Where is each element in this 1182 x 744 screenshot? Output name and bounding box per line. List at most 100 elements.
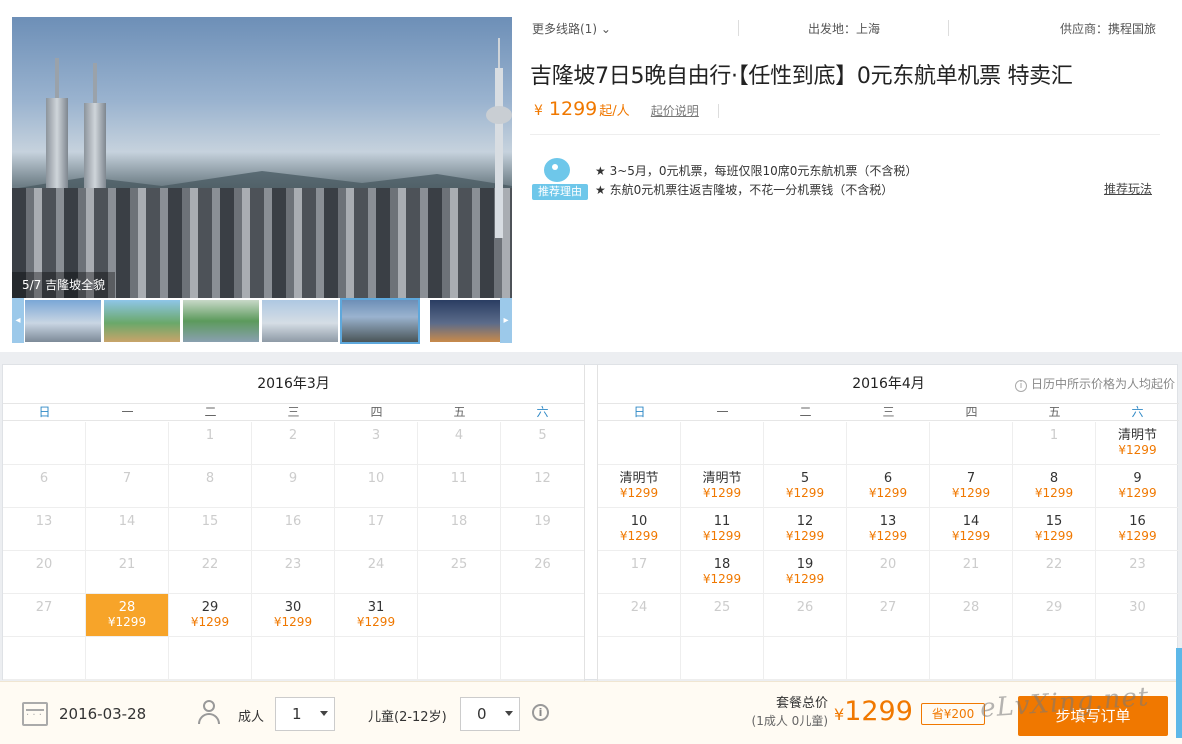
hero-photo[interactable]: 5/7 吉隆坡全貌 — [12, 17, 512, 298]
save-badge: 省¥200 — [921, 703, 985, 725]
date-cell[interactable]: 29 ¥1299 — [169, 594, 252, 637]
thumbnail-active[interactable] — [340, 298, 420, 344]
month-march: 2016年3月 日一二三四五六 1 2 3 4 5 6 7 8 9 10 11 12 13 14 15 16 1… — [3, 365, 585, 681]
chevron-down-icon: ⌄ — [600, 22, 611, 36]
date-number: 8 — [1049, 471, 1059, 486]
date-cell[interactable]: 5 ¥1299 — [764, 465, 847, 508]
date-cell[interactable]: 7 ¥1299 — [930, 465, 1013, 508]
date-cell: 27 — [847, 594, 930, 637]
date-number: 20 — [879, 557, 897, 572]
date-cell[interactable]: 30 ¥1299 — [252, 594, 335, 637]
date-cell[interactable]: 清明节 ¥1299 — [1096, 422, 1179, 465]
date-cell — [764, 422, 847, 465]
date-cell[interactable]: 14 ¥1299 — [930, 508, 1013, 551]
thumbnail[interactable] — [25, 300, 101, 342]
date-number: 26 — [534, 557, 551, 572]
date-number: 13 — [879, 514, 897, 529]
child-select[interactable]: 0 — [460, 697, 520, 731]
thumbnail[interactable] — [104, 300, 180, 342]
date-number: 9 — [1133, 471, 1142, 486]
date-cell[interactable]: 8 ¥1299 — [1013, 465, 1096, 508]
price-explain-link[interactable]: 起价说明 — [651, 104, 699, 118]
weekday-label: 四 — [370, 405, 383, 419]
recommend-play-link[interactable]: 推荐玩法 — [1104, 180, 1152, 197]
thumbnail[interactable] — [183, 300, 259, 342]
date-price: ¥1299 — [785, 529, 825, 543]
date-number: 31 — [367, 600, 385, 615]
date-number: 7 — [122, 471, 132, 486]
date-cell[interactable]: 16 ¥1299 — [1096, 508, 1179, 551]
date-cell — [681, 422, 764, 465]
date-number: 8 — [205, 471, 215, 486]
calendar-note-text: 日历中所示价格为人均起价 — [1030, 377, 1175, 391]
thumbnail[interactable] — [262, 300, 338, 342]
date-cell[interactable]: 清明节 ¥1299 — [681, 465, 764, 508]
date-price: ¥1299 — [356, 615, 396, 629]
caret-down-icon — [505, 711, 513, 716]
date-cell: 9 — [252, 465, 335, 508]
price-unit: 起/人 — [599, 104, 630, 119]
date-cell-selected[interactable]: 28 ¥1299 — [86, 594, 169, 637]
info-icon[interactable]: i — [532, 704, 549, 721]
date-price: ¥1299 — [702, 529, 742, 543]
date-cell — [847, 422, 930, 465]
date-cell[interactable]: 15 ¥1299 — [1013, 508, 1096, 551]
date-cell[interactable]: 18 ¥1299 — [681, 551, 764, 594]
date-cell[interactable]: 清明节 ¥1299 — [598, 465, 681, 508]
date-cell[interactable]: 9 ¥1299 — [1096, 465, 1179, 508]
date-cell — [930, 422, 1013, 465]
date-cell[interactable]: 12 ¥1299 — [764, 508, 847, 551]
date-cell[interactable]: 13 ¥1299 — [847, 508, 930, 551]
date-number: 21 — [962, 557, 980, 572]
adult-select[interactable]: 1 — [275, 697, 335, 731]
date-cell[interactable]: 11 ¥1299 — [681, 508, 764, 551]
date-cell[interactable]: 10 ¥1299 — [598, 508, 681, 551]
product-title: 吉隆坡7日5晚自由行·【任性到底】0元东航单机票 特卖汇 — [530, 64, 1073, 89]
supplier[interactable]: 供应商：携程国旅 — [1060, 20, 1156, 37]
date-cell[interactable]: 19 ¥1299 — [764, 551, 847, 594]
date-price: ¥1299 — [951, 486, 991, 500]
date-number: 7 — [966, 471, 976, 486]
scrollbar[interactable] — [1176, 648, 1182, 738]
meta-row: 更多线路(1) ⌄ 出发地：上海 供应商：携程国旅 — [530, 16, 1160, 38]
fill-order-button[interactable]: 步填写订单 — [1018, 696, 1168, 736]
date-number: 24 — [630, 600, 648, 615]
date-cell: 16 — [252, 508, 335, 551]
date-number: 19 — [534, 514, 551, 529]
date-cell: 12 — [501, 465, 584, 508]
date-price: ¥1299 — [702, 572, 742, 586]
date-cell: 2 — [252, 422, 335, 465]
person-icon — [198, 700, 224, 726]
thumbnail[interactable] — [430, 300, 500, 342]
selected-date[interactable]: 2016-03-28 — [59, 705, 146, 723]
date-number: 10 — [630, 514, 648, 529]
recommend-badge-label: 推荐理由 — [532, 184, 588, 200]
date-number: 12 — [534, 471, 551, 486]
weekday-label: 四 — [965, 405, 978, 419]
thumb-next-icon[interactable]: ▸ — [500, 298, 512, 343]
total-price: ¥1299 — [834, 696, 913, 727]
date-cell: 1 — [1013, 422, 1096, 465]
thumb-prev-icon[interactable]: ◂ — [12, 298, 24, 343]
date-number: 清明节 — [702, 471, 742, 486]
date-number: 30 — [1129, 600, 1146, 615]
date-cell: 11 — [418, 465, 501, 508]
date-cell[interactable]: 31 ¥1299 — [335, 594, 418, 637]
date-number: 清明节 — [619, 471, 659, 486]
date-cell[interactable]: 6 ¥1299 — [847, 465, 930, 508]
date-price: ¥1299 — [785, 572, 825, 586]
recommend-line: ★ 东航0元机票往返吉隆坡，不花一分机票钱（不含税） — [595, 183, 894, 197]
date-number: 29 — [201, 600, 219, 615]
date-number: 6 — [883, 471, 893, 486]
weekday-label: 二 — [204, 405, 217, 419]
date-price: ¥1299 — [1034, 486, 1074, 500]
kl-tower — [486, 38, 512, 238]
date-cell: 24 — [335, 551, 418, 594]
date-cell: 19 — [501, 508, 584, 551]
more-routes-dropdown[interactable]: 更多线路(1) ⌄ — [532, 20, 611, 37]
date-number: 6 — [39, 471, 49, 486]
price-calendar: 2016年3月 日一二三四五六 1 2 3 4 5 6 7 8 9 10 11 12 13 14 15 16 1… — [2, 364, 1179, 681]
calendar-icon[interactable] — [22, 702, 48, 726]
date-number: 27 — [35, 600, 53, 615]
date-number: 13 — [35, 514, 53, 529]
